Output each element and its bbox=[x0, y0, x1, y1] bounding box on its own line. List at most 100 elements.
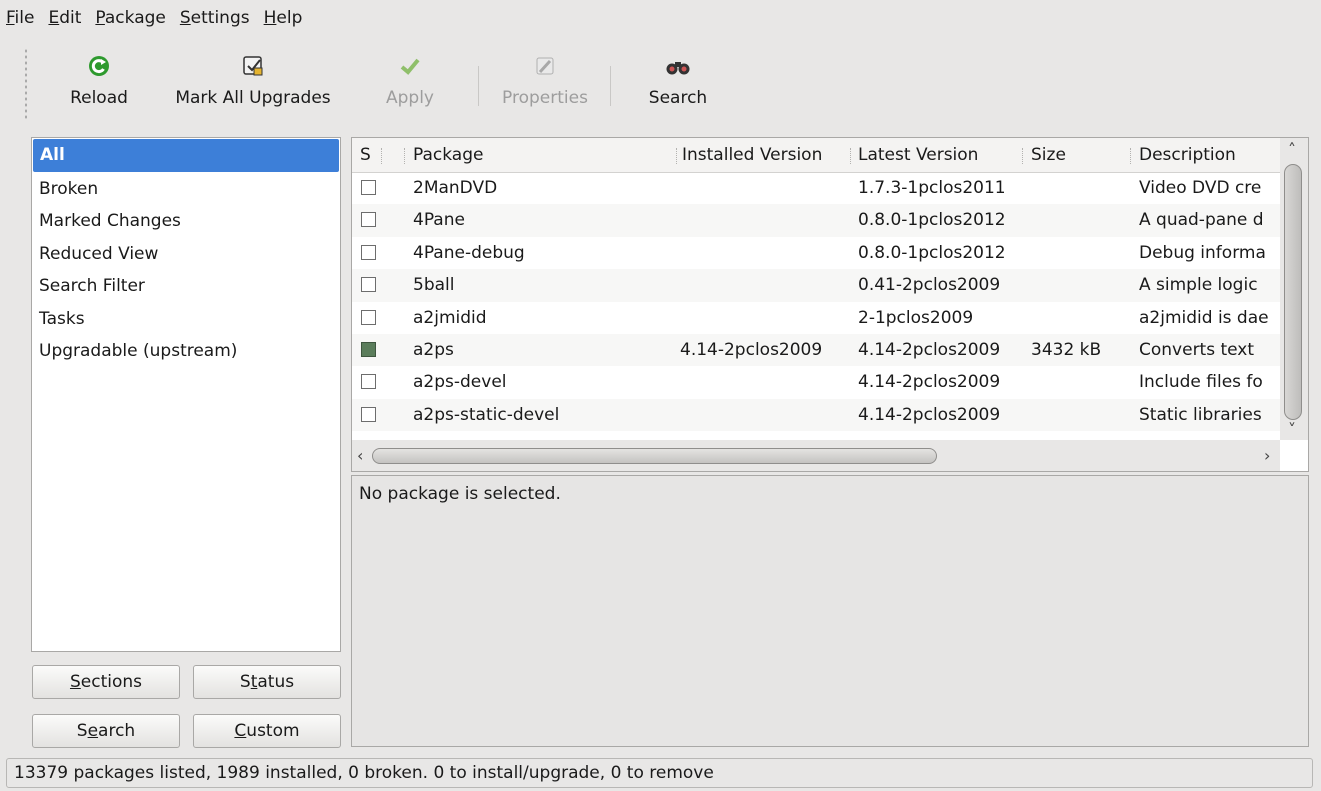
menu-bar: File Edit Package Settings Help bbox=[0, 0, 1321, 36]
table-row[interactable]: a2ps-devel 4.14-2pclos2009 Include files… bbox=[352, 366, 1280, 398]
table-body: 2ManDVD 1.7.3-1pclos2011 Video DVD cre 4… bbox=[352, 172, 1280, 440]
table-header: S Package Installed Version Latest Versi… bbox=[352, 138, 1280, 173]
package-name: 2ManDVD bbox=[413, 178, 498, 198]
toolbar: Reload Mark All Upgrades Apply Propertie… bbox=[0, 44, 1321, 124]
installed-version: 4.14-2pclos2009 bbox=[680, 339, 823, 360]
filter-item-upgradable[interactable]: Upgradable (upstream) bbox=[32, 335, 340, 368]
package-description: Video DVD cre bbox=[1139, 178, 1262, 198]
filter-item-broken[interactable]: Broken bbox=[32, 173, 340, 206]
package-checkbox[interactable] bbox=[361, 277, 376, 293]
column-divider[interactable] bbox=[381, 148, 383, 164]
custom-button[interactable]: Custom bbox=[193, 714, 341, 748]
package-checkbox-installed[interactable] bbox=[361, 341, 376, 357]
package-name: 5ball bbox=[413, 275, 455, 296]
package-description: Include files fo bbox=[1139, 372, 1263, 393]
package-name: a2ps bbox=[413, 339, 454, 360]
reload-button[interactable]: Reload bbox=[62, 48, 136, 118]
package-checkbox[interactable] bbox=[361, 212, 376, 228]
sections-button[interactable]: Sections bbox=[32, 665, 180, 699]
package-size: 3432 kB bbox=[1031, 339, 1102, 360]
filter-list[interactable]: All Broken Marked Changes Reduced View S… bbox=[31, 137, 341, 652]
scroll-right-icon[interactable]: › bbox=[1264, 446, 1270, 465]
scroll-left-icon[interactable]: ‹ bbox=[357, 446, 363, 465]
latest-version: 4.14-2pclos2009 bbox=[858, 404, 1001, 425]
status-text: 13379 packages listed, 1989 installed, 0… bbox=[14, 763, 714, 783]
table-row[interactable]: a2ps-static-devel 4.14-2pclos2009 Static… bbox=[352, 398, 1280, 432]
latest-version: 1.7.3-1pclos2011 bbox=[858, 178, 1006, 198]
package-table[interactable]: S Package Installed Version Latest Versi… bbox=[351, 137, 1309, 472]
package-checkbox[interactable] bbox=[361, 309, 376, 325]
package-description: A quad-pane d bbox=[1139, 210, 1264, 231]
filter-item-all[interactable]: All bbox=[33, 139, 339, 172]
mark-upgrades-icon bbox=[241, 48, 265, 84]
filter-item-reduced-view[interactable]: Reduced View bbox=[32, 238, 340, 271]
table-row[interactable]: a2jmidid 2-1pclos2009 a2jmidid is dae bbox=[352, 302, 1280, 334]
search-button[interactable]: Search bbox=[640, 48, 716, 118]
package-details-pane: No package is selected. bbox=[351, 475, 1309, 747]
toolbar-separator bbox=[610, 66, 611, 106]
column-divider[interactable] bbox=[676, 148, 678, 164]
table-row[interactable]: a2ps 4.14-2pclos2009 4.14-2pclos2009 343… bbox=[352, 333, 1280, 367]
menu-file[interactable]: File bbox=[0, 0, 41, 36]
column-header-installed-version[interactable]: Installed Version bbox=[682, 138, 822, 172]
horizontal-scroll-thumb[interactable] bbox=[372, 448, 937, 464]
properties-icon bbox=[534, 48, 556, 84]
latest-version: 4.14-2pclos2009 bbox=[858, 339, 1001, 360]
menu-help[interactable]: Help bbox=[257, 0, 310, 36]
package-description: a2jmidid is dae bbox=[1139, 307, 1269, 328]
package-name: 4Pane bbox=[413, 210, 465, 231]
package-name: 4Pane-debug bbox=[413, 242, 525, 263]
column-divider[interactable] bbox=[850, 148, 852, 164]
table-row[interactable]: 4Pane 0.8.0-1pclos2012 A quad-pane d bbox=[352, 204, 1280, 237]
column-divider[interactable] bbox=[1022, 148, 1024, 164]
binoculars-icon bbox=[665, 48, 691, 84]
status-button[interactable]: St atus bbox=[193, 665, 341, 699]
package-description: Static libraries bbox=[1139, 404, 1262, 425]
latest-version: 2-1pclos2009 bbox=[858, 307, 974, 328]
filter-item-search-filter[interactable]: Search Filter bbox=[32, 270, 340, 303]
menu-edit[interactable]: Edit bbox=[41, 0, 88, 36]
package-description: Converts text bbox=[1139, 339, 1255, 360]
properties-button[interactable]: Properties bbox=[490, 48, 600, 118]
scroll-down-icon[interactable]: ˅ bbox=[1288, 420, 1296, 439]
package-description: A simple logic bbox=[1139, 275, 1258, 296]
horizontal-scrollbar[interactable]: ‹ › bbox=[352, 440, 1280, 471]
menu-settings[interactable]: Settings bbox=[173, 0, 257, 36]
table-row[interactable]: 2ManDVD 1.7.3-1pclos2011 Video DVD cre bbox=[352, 172, 1280, 204]
package-name: a2ps-devel bbox=[413, 372, 507, 393]
latest-version: 0.8.0-1pclos2012 bbox=[858, 210, 1006, 231]
vertical-scroll-thumb[interactable] bbox=[1284, 164, 1302, 420]
toolbar-grip[interactable] bbox=[24, 48, 28, 120]
filter-item-marked-changes[interactable]: Marked Changes bbox=[32, 205, 340, 238]
checkmark-icon bbox=[399, 48, 421, 84]
package-name: a2ps-static-devel bbox=[413, 404, 560, 425]
package-checkbox[interactable] bbox=[361, 374, 376, 390]
table-row[interactable]: 5ball 0.41-2pclos2009 A simple logic bbox=[352, 269, 1280, 302]
search-filter-button[interactable]: Se arch bbox=[32, 714, 180, 748]
package-description: Debug informa bbox=[1139, 242, 1266, 263]
menu-package[interactable]: Package bbox=[88, 0, 172, 36]
column-header-latest-version[interactable]: Latest Version bbox=[858, 138, 978, 172]
column-divider[interactable] bbox=[404, 148, 406, 164]
package-checkbox[interactable] bbox=[361, 406, 376, 422]
apply-button[interactable]: Apply bbox=[380, 48, 440, 118]
column-header-size[interactable]: Size bbox=[1031, 138, 1066, 172]
package-checkbox[interactable] bbox=[361, 244, 376, 260]
vertical-scrollbar[interactable]: ˄ ˅ bbox=[1280, 138, 1308, 440]
filter-item-tasks[interactable]: Tasks bbox=[32, 303, 340, 336]
column-header-package[interactable]: Package bbox=[413, 138, 483, 172]
status-bar: 13379 packages listed, 1989 installed, 0… bbox=[6, 758, 1313, 788]
reload-icon bbox=[87, 48, 111, 84]
latest-version: 0.8.0-1pclos2012 bbox=[858, 242, 1006, 263]
mark-all-upgrades-button[interactable]: Mark All Upgrades bbox=[162, 48, 344, 118]
column-divider[interactable] bbox=[1130, 148, 1132, 164]
table-row[interactable]: 4Pane-debug 0.8.0-1pclos2012 Debug infor… bbox=[352, 237, 1280, 269]
column-header-description[interactable]: Description bbox=[1139, 138, 1236, 172]
toolbar-separator bbox=[478, 66, 479, 106]
latest-version: 4.14-2pclos2009 bbox=[858, 372, 1001, 393]
details-text: No package is selected. bbox=[359, 484, 561, 504]
column-header-status[interactable]: S bbox=[360, 138, 371, 172]
latest-version: 0.41-2pclos2009 bbox=[858, 275, 1001, 296]
scroll-up-icon[interactable]: ˄ bbox=[1288, 140, 1296, 159]
package-checkbox[interactable] bbox=[361, 180, 376, 195]
